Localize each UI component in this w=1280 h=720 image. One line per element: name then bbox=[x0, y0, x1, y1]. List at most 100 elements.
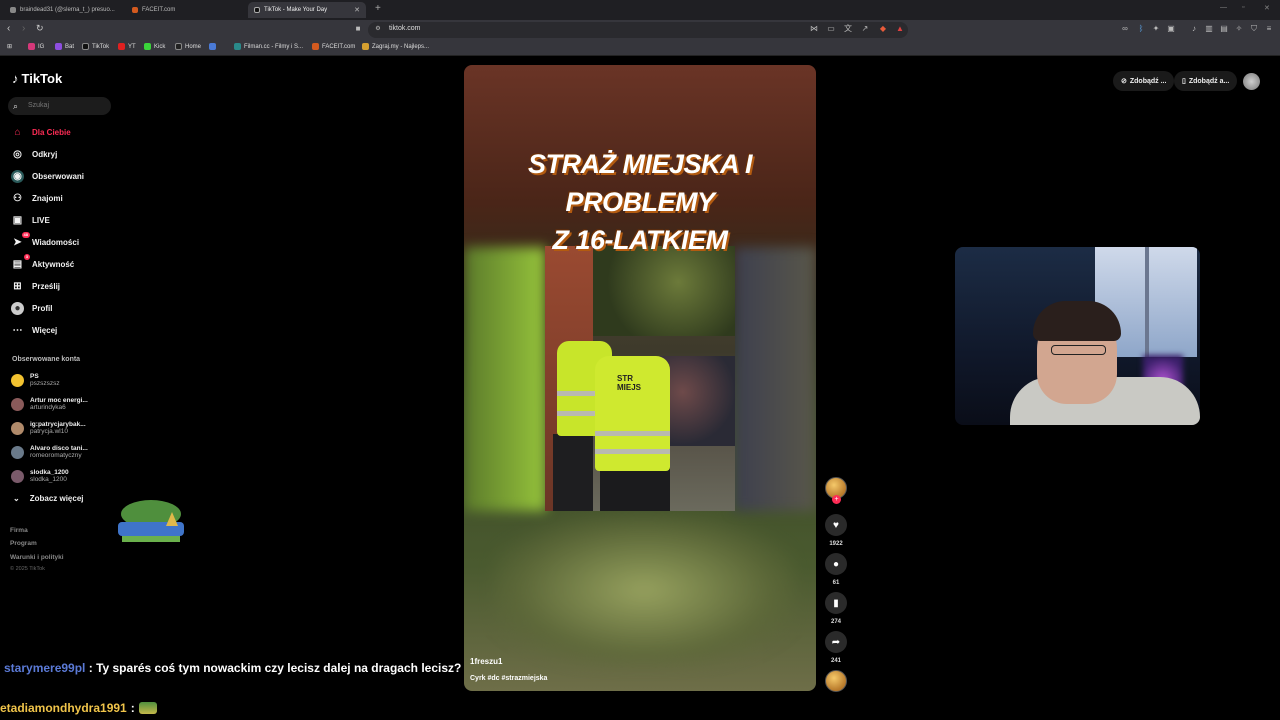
save-button[interactable]: ▮ bbox=[825, 592, 847, 614]
menu-icon[interactable]: ≡ bbox=[1265, 25, 1273, 33]
like-button[interactable]: ♥ bbox=[825, 514, 847, 536]
nav-more[interactable]: ⋯ Więcej bbox=[11, 323, 58, 337]
shield-icon[interactable]: ⛉ bbox=[1250, 25, 1258, 33]
tab-favicon-icon bbox=[10, 7, 16, 13]
music-disc-avatar[interactable] bbox=[825, 670, 847, 692]
nav-explore[interactable]: ◎ Odkryj bbox=[11, 147, 57, 161]
share-button[interactable]: ➦ bbox=[825, 631, 847, 653]
ai-icon[interactable]: ✧ bbox=[1235, 25, 1243, 33]
streamer-hair bbox=[1033, 301, 1121, 341]
officer-pants bbox=[600, 466, 670, 511]
bookmark-tiktok[interactable]: TikTok bbox=[82, 43, 109, 50]
bookmark-zagraj[interactable]: Zagraj.my - Najleps... bbox=[362, 43, 429, 50]
bookmark-kick[interactable]: Kick bbox=[144, 43, 165, 50]
bookmark-icon: ▮ bbox=[833, 597, 839, 609]
user-avatar[interactable] bbox=[1243, 73, 1260, 90]
followed-account[interactable]: slodka_1200 slodka_1200 bbox=[11, 466, 69, 486]
bookmark-faceit[interactable]: FACEIT.com bbox=[312, 43, 355, 50]
bookmark-translate[interactable] bbox=[209, 43, 219, 50]
footer-terms-link[interactable]: Warunki i polityki bbox=[10, 554, 64, 561]
see-more-button[interactable]: ⌄ Zobacz więcej bbox=[13, 494, 84, 503]
puzzle-icon[interactable]: ✦ bbox=[1152, 25, 1160, 33]
kick-icon bbox=[144, 43, 151, 50]
get-app-button[interactable]: ▯ Zdobądź a... bbox=[1174, 71, 1238, 91]
bookmark-home[interactable]: Home bbox=[175, 43, 201, 50]
apps-grid-icon[interactable]: ⊞ bbox=[7, 43, 12, 50]
footer-company-link[interactable]: Firma bbox=[10, 527, 28, 534]
bookmark-ig[interactable]: IG bbox=[28, 43, 44, 50]
trees bbox=[593, 246, 735, 336]
vpn-icon[interactable]: ∞ bbox=[1121, 25, 1129, 33]
filman-icon bbox=[234, 43, 241, 50]
nav-following[interactable]: ◉ Obserwowani bbox=[11, 169, 84, 183]
webcam-overlay bbox=[955, 247, 1200, 425]
video-blur-right bbox=[734, 247, 816, 511]
bookmark-page-icon[interactable]: ■ bbox=[354, 25, 362, 33]
forward-icon[interactable]: › bbox=[22, 23, 25, 34]
extension-icon[interactable]: ⋈ bbox=[810, 25, 818, 33]
nav-friends[interactable]: ⚇ Znajomi bbox=[11, 191, 63, 205]
friends-icon: ⚇ bbox=[13, 192, 22, 204]
browser-tab-tiktok[interactable]: TikTok - Make Your Day ✕ bbox=[248, 2, 366, 18]
minimize-icon[interactable]: — bbox=[1220, 4, 1227, 11]
get-coins-button[interactable]: ⊘ Zdobądź ... bbox=[1113, 71, 1175, 91]
bookmark-filman[interactable]: Filman.cc - Filmy i S... bbox=[234, 43, 303, 50]
tiktok-logo[interactable]: ♪ TikTok bbox=[12, 71, 62, 86]
tiktok-bm-icon bbox=[82, 43, 89, 50]
maximize-icon[interactable]: ▫ bbox=[1242, 4, 1244, 11]
video-caption[interactable]: Cyrk #dc #strazmiejska bbox=[470, 675, 547, 682]
nav-profile[interactable]: ● Profil bbox=[11, 301, 52, 315]
tab-label: braindead31 (@slerna_t_) presuo... bbox=[20, 7, 115, 13]
sidebar-toggle-icon[interactable]: ▥ bbox=[1205, 25, 1213, 33]
browser-tab-1[interactable]: braindead31 (@slerna_t_) presuo... bbox=[4, 2, 122, 18]
tabs-icon[interactable]: ▤ bbox=[1220, 25, 1228, 33]
bookmark-yt[interactable]: YT bbox=[118, 43, 136, 50]
followed-account[interactable]: Artur moc energi... arturindyka6 bbox=[11, 394, 88, 414]
share-icon[interactable]: ↗ bbox=[861, 25, 869, 33]
search-input[interactable] bbox=[8, 97, 111, 115]
chat-text: : bbox=[130, 701, 135, 715]
tiktok-note-icon: ♪ bbox=[12, 71, 19, 86]
profile-icon: ● bbox=[11, 301, 24, 315]
copyright: © 2025 TikTok bbox=[10, 566, 45, 572]
wallet-icon[interactable]: ▣ bbox=[1167, 25, 1175, 33]
nav-activity[interactable]: ▤ 3 Aktywność bbox=[11, 253, 74, 271]
close-window-icon[interactable]: ✕ bbox=[1264, 4, 1270, 12]
translate-icon[interactable]: 文 bbox=[844, 25, 852, 33]
followed-account[interactable]: Alvaro disco tani... romeoromatyczny bbox=[11, 442, 88, 462]
close-tab-icon[interactable]: ✕ bbox=[354, 6, 360, 14]
reload-icon[interactable]: ↻ bbox=[36, 23, 44, 34]
new-tab-button[interactable]: + bbox=[375, 3, 381, 14]
bookmark-bat[interactable]: Bat bbox=[55, 43, 74, 50]
followed-account[interactable]: ig:patrycjarybak... patrycja.wl10 bbox=[11, 418, 86, 438]
comment-button[interactable]: ● bbox=[825, 553, 847, 575]
footer-program-link[interactable]: Program bbox=[10, 540, 37, 547]
search-placeholder: Szukaj bbox=[28, 102, 50, 109]
vest-text: STR MIEJS bbox=[617, 374, 642, 392]
video-player[interactable]: STR MIEJS STRAŻ MIEJSKA I PROBLEMY Z 16-L… bbox=[464, 65, 816, 691]
chat-message: etadiamondhydra1991 : bbox=[0, 698, 157, 718]
screen-icon[interactable]: ▭ bbox=[827, 25, 835, 33]
bat-icon bbox=[55, 43, 62, 50]
avatar bbox=[11, 373, 24, 387]
nav-messages[interactable]: ➤ 48 Wiadomości bbox=[11, 231, 79, 249]
zagraj-icon bbox=[362, 43, 369, 50]
nav-for-you[interactable]: ⌂ Dla Ciebie bbox=[11, 125, 70, 139]
video-author[interactable]: 1freszu1 bbox=[470, 657, 502, 666]
followed-account[interactable]: PS pszszszsz bbox=[11, 370, 60, 390]
browser-tab-2[interactable]: FACEIT.com bbox=[126, 2, 244, 18]
bluetooth-icon[interactable]: ᛒ bbox=[1137, 25, 1145, 33]
brave-rewards-icon[interactable]: ▲ bbox=[896, 25, 904, 33]
url-text: tiktok.com bbox=[389, 25, 421, 32]
youtube-icon bbox=[118, 43, 125, 50]
back-icon[interactable]: ‹ bbox=[7, 23, 10, 34]
video-blur-left bbox=[464, 247, 546, 511]
share-count: 241 bbox=[830, 658, 841, 664]
music-icon[interactable]: ♪ bbox=[1190, 25, 1198, 33]
site-info-icon[interactable]: ⚙ bbox=[374, 25, 382, 33]
nav-live[interactable]: ▣ LIVE bbox=[11, 213, 50, 227]
brave-shield-icon[interactable]: ◆ bbox=[879, 25, 887, 33]
comment-count: 61 bbox=[832, 580, 840, 586]
follow-plus-icon[interactable]: + bbox=[832, 495, 841, 504]
nav-upload[interactable]: ⊞ Prześlij bbox=[11, 279, 60, 293]
